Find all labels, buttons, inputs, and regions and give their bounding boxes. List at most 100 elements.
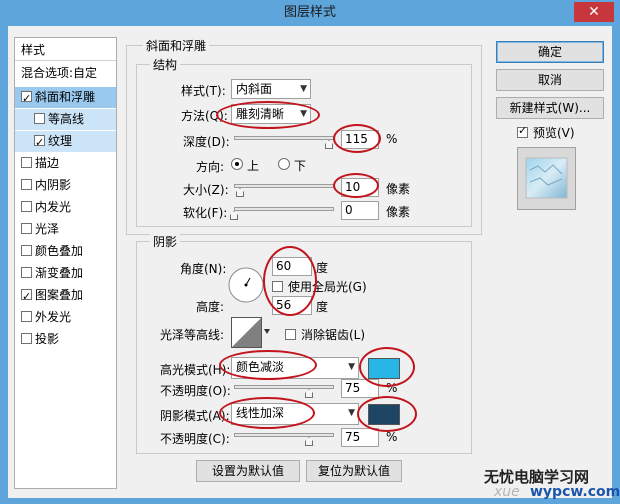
- chevron-down-icon: ▼: [348, 408, 355, 418]
- style-item-label: 等高线: [48, 112, 85, 126]
- annotation-ellipse-highlight-color: [359, 347, 415, 387]
- soften-label: 软化(F):: [183, 206, 228, 220]
- chevron-down-icon: [264, 329, 270, 334]
- watermark-url: wypcw.com: [530, 484, 620, 500]
- style-item-label: 内发光: [35, 200, 72, 214]
- style-checkbox[interactable]: [34, 132, 45, 153]
- cancel-button[interactable]: 取消: [496, 69, 604, 91]
- preview-checkbox[interactable]: [517, 124, 531, 139]
- structure-title: 结构: [150, 56, 181, 73]
- angle-unit: 度: [316, 261, 329, 275]
- style-checkbox[interactable]: [21, 245, 32, 256]
- styles-list: 样式 混合选项:自定斜面和浮雕等高线纹理描边内阴影内发光光泽颜色叠加渐变叠加图案…: [14, 37, 117, 489]
- reset-default-button[interactable]: 复位为默认值: [306, 460, 402, 482]
- altitude-label: 高度:: [196, 300, 225, 314]
- style-checkbox[interactable]: [21, 223, 32, 234]
- direction-label: 方向:: [196, 160, 225, 174]
- preview-thumbnail: [525, 157, 568, 199]
- style-label: 样式(T):: [181, 84, 226, 98]
- style-item[interactable]: 光泽: [15, 219, 116, 240]
- gloss-contour-picker[interactable]: [231, 317, 271, 349]
- style-item[interactable]: 投影: [15, 329, 116, 350]
- style-checkbox[interactable]: [21, 267, 32, 278]
- opacity-label-2: 不透明度(C):: [160, 432, 230, 446]
- window-border-bottom: [0, 498, 620, 504]
- annotation-ellipse-depth: [333, 124, 381, 153]
- opacity-slider-1[interactable]: [234, 385, 334, 389]
- direction-up-label: 上: [247, 159, 260, 173]
- soften-unit: 像素: [386, 205, 411, 219]
- style-item-label: 斜面和浮雕: [35, 90, 96, 104]
- annotation-ellipse-highlight-mode: [219, 350, 317, 380]
- style-item[interactable]: 内阴影: [15, 175, 116, 196]
- style-item[interactable]: 描边: [15, 153, 116, 174]
- style-item-label: 描边: [35, 156, 60, 170]
- style-checkbox[interactable]: [21, 157, 32, 168]
- opacity-slider-2[interactable]: [234, 433, 334, 437]
- soften-slider[interactable]: [234, 207, 334, 211]
- style-item[interactable]: 等高线: [15, 109, 116, 130]
- direction-up-radio[interactable]: [231, 158, 243, 170]
- anti-alias-label: 消除锯齿(L): [301, 328, 366, 342]
- style-item-label: 纹理: [48, 134, 73, 148]
- style-item-label: 颜色叠加: [35, 244, 84, 258]
- angle-dial-center: [244, 283, 248, 287]
- styles-header: 样式: [21, 43, 46, 57]
- style-checkbox[interactable]: [21, 311, 32, 322]
- anti-alias-box[interactable]: [285, 328, 296, 340]
- preview-label: 预览(V): [533, 126, 575, 140]
- direction-down-label: 下: [294, 159, 307, 173]
- gloss-contour-label: 光泽等高线:: [160, 328, 225, 342]
- depth-label: 深度(D):: [183, 135, 230, 149]
- annotation-ellipse-method: [216, 101, 320, 129]
- new-style-button[interactable]: 新建样式(W)...: [496, 97, 604, 119]
- style-item-label: 外发光: [35, 310, 72, 324]
- direction-down-radio[interactable]: [278, 158, 290, 170]
- style-select[interactable]: 内斜面 ▼: [231, 79, 311, 99]
- bevel-group-title: 斜面和浮雕: [143, 37, 210, 54]
- style-item[interactable]: 颜色叠加: [15, 241, 116, 262]
- style-checkbox[interactable]: [21, 179, 32, 190]
- size-label: 大小(Z):: [183, 183, 229, 197]
- style-item-label: 内阴影: [35, 178, 72, 192]
- style-item-label: 光泽: [35, 222, 60, 236]
- opacity-input-2[interactable]: 75: [341, 428, 379, 447]
- angle-label: 角度(N):: [180, 262, 227, 276]
- depth-slider[interactable]: [234, 136, 334, 140]
- style-item[interactable]: 外发光: [15, 307, 116, 328]
- annotation-ellipse-angle: [263, 246, 317, 316]
- style-item[interactable]: 纹理: [15, 131, 116, 153]
- size-slider[interactable]: [234, 184, 334, 188]
- soften-input[interactable]: 0: [341, 201, 379, 220]
- style-checkbox[interactable]: [21, 286, 32, 307]
- close-button[interactable]: ✕: [574, 2, 614, 22]
- angle-dial[interactable]: [227, 266, 265, 304]
- chevron-down-icon: ▼: [348, 362, 355, 372]
- style-checkbox[interactable]: [21, 201, 32, 212]
- shading-title: 阴影: [150, 233, 181, 250]
- style-item-label: 投影: [35, 332, 60, 346]
- style-item[interactable]: 斜面和浮雕: [15, 87, 116, 109]
- style-checkbox[interactable]: [21, 333, 32, 344]
- style-item-label: 混合选项:自定: [21, 66, 98, 80]
- window-border-left: [0, 26, 8, 504]
- opacity-unit-2: %: [386, 430, 398, 444]
- preview-swatch: [525, 157, 568, 199]
- opacity-label-1: 不透明度(O):: [160, 384, 231, 398]
- style-item[interactable]: 图案叠加: [15, 285, 116, 307]
- anti-alias-checkbox[interactable]: [285, 328, 299, 341]
- make-default-button[interactable]: 设置为默认值: [196, 460, 300, 482]
- ok-button[interactable]: 确定: [496, 41, 604, 63]
- preview-frame: [517, 147, 576, 210]
- style-item[interactable]: 渐变叠加: [15, 263, 116, 284]
- style-checkbox[interactable]: [34, 113, 45, 124]
- style-item-label: 渐变叠加: [35, 266, 84, 280]
- dialog-title: 图层样式: [283, 5, 336, 20]
- depth-unit: %: [386, 132, 398, 146]
- style-item[interactable]: 混合选项:自定: [15, 63, 116, 84]
- style-checkbox[interactable]: [21, 88, 32, 109]
- preview-box[interactable]: [517, 124, 528, 138]
- window-border-right: [612, 26, 620, 504]
- size-unit: 像素: [386, 182, 411, 196]
- style-item[interactable]: 内发光: [15, 197, 116, 218]
